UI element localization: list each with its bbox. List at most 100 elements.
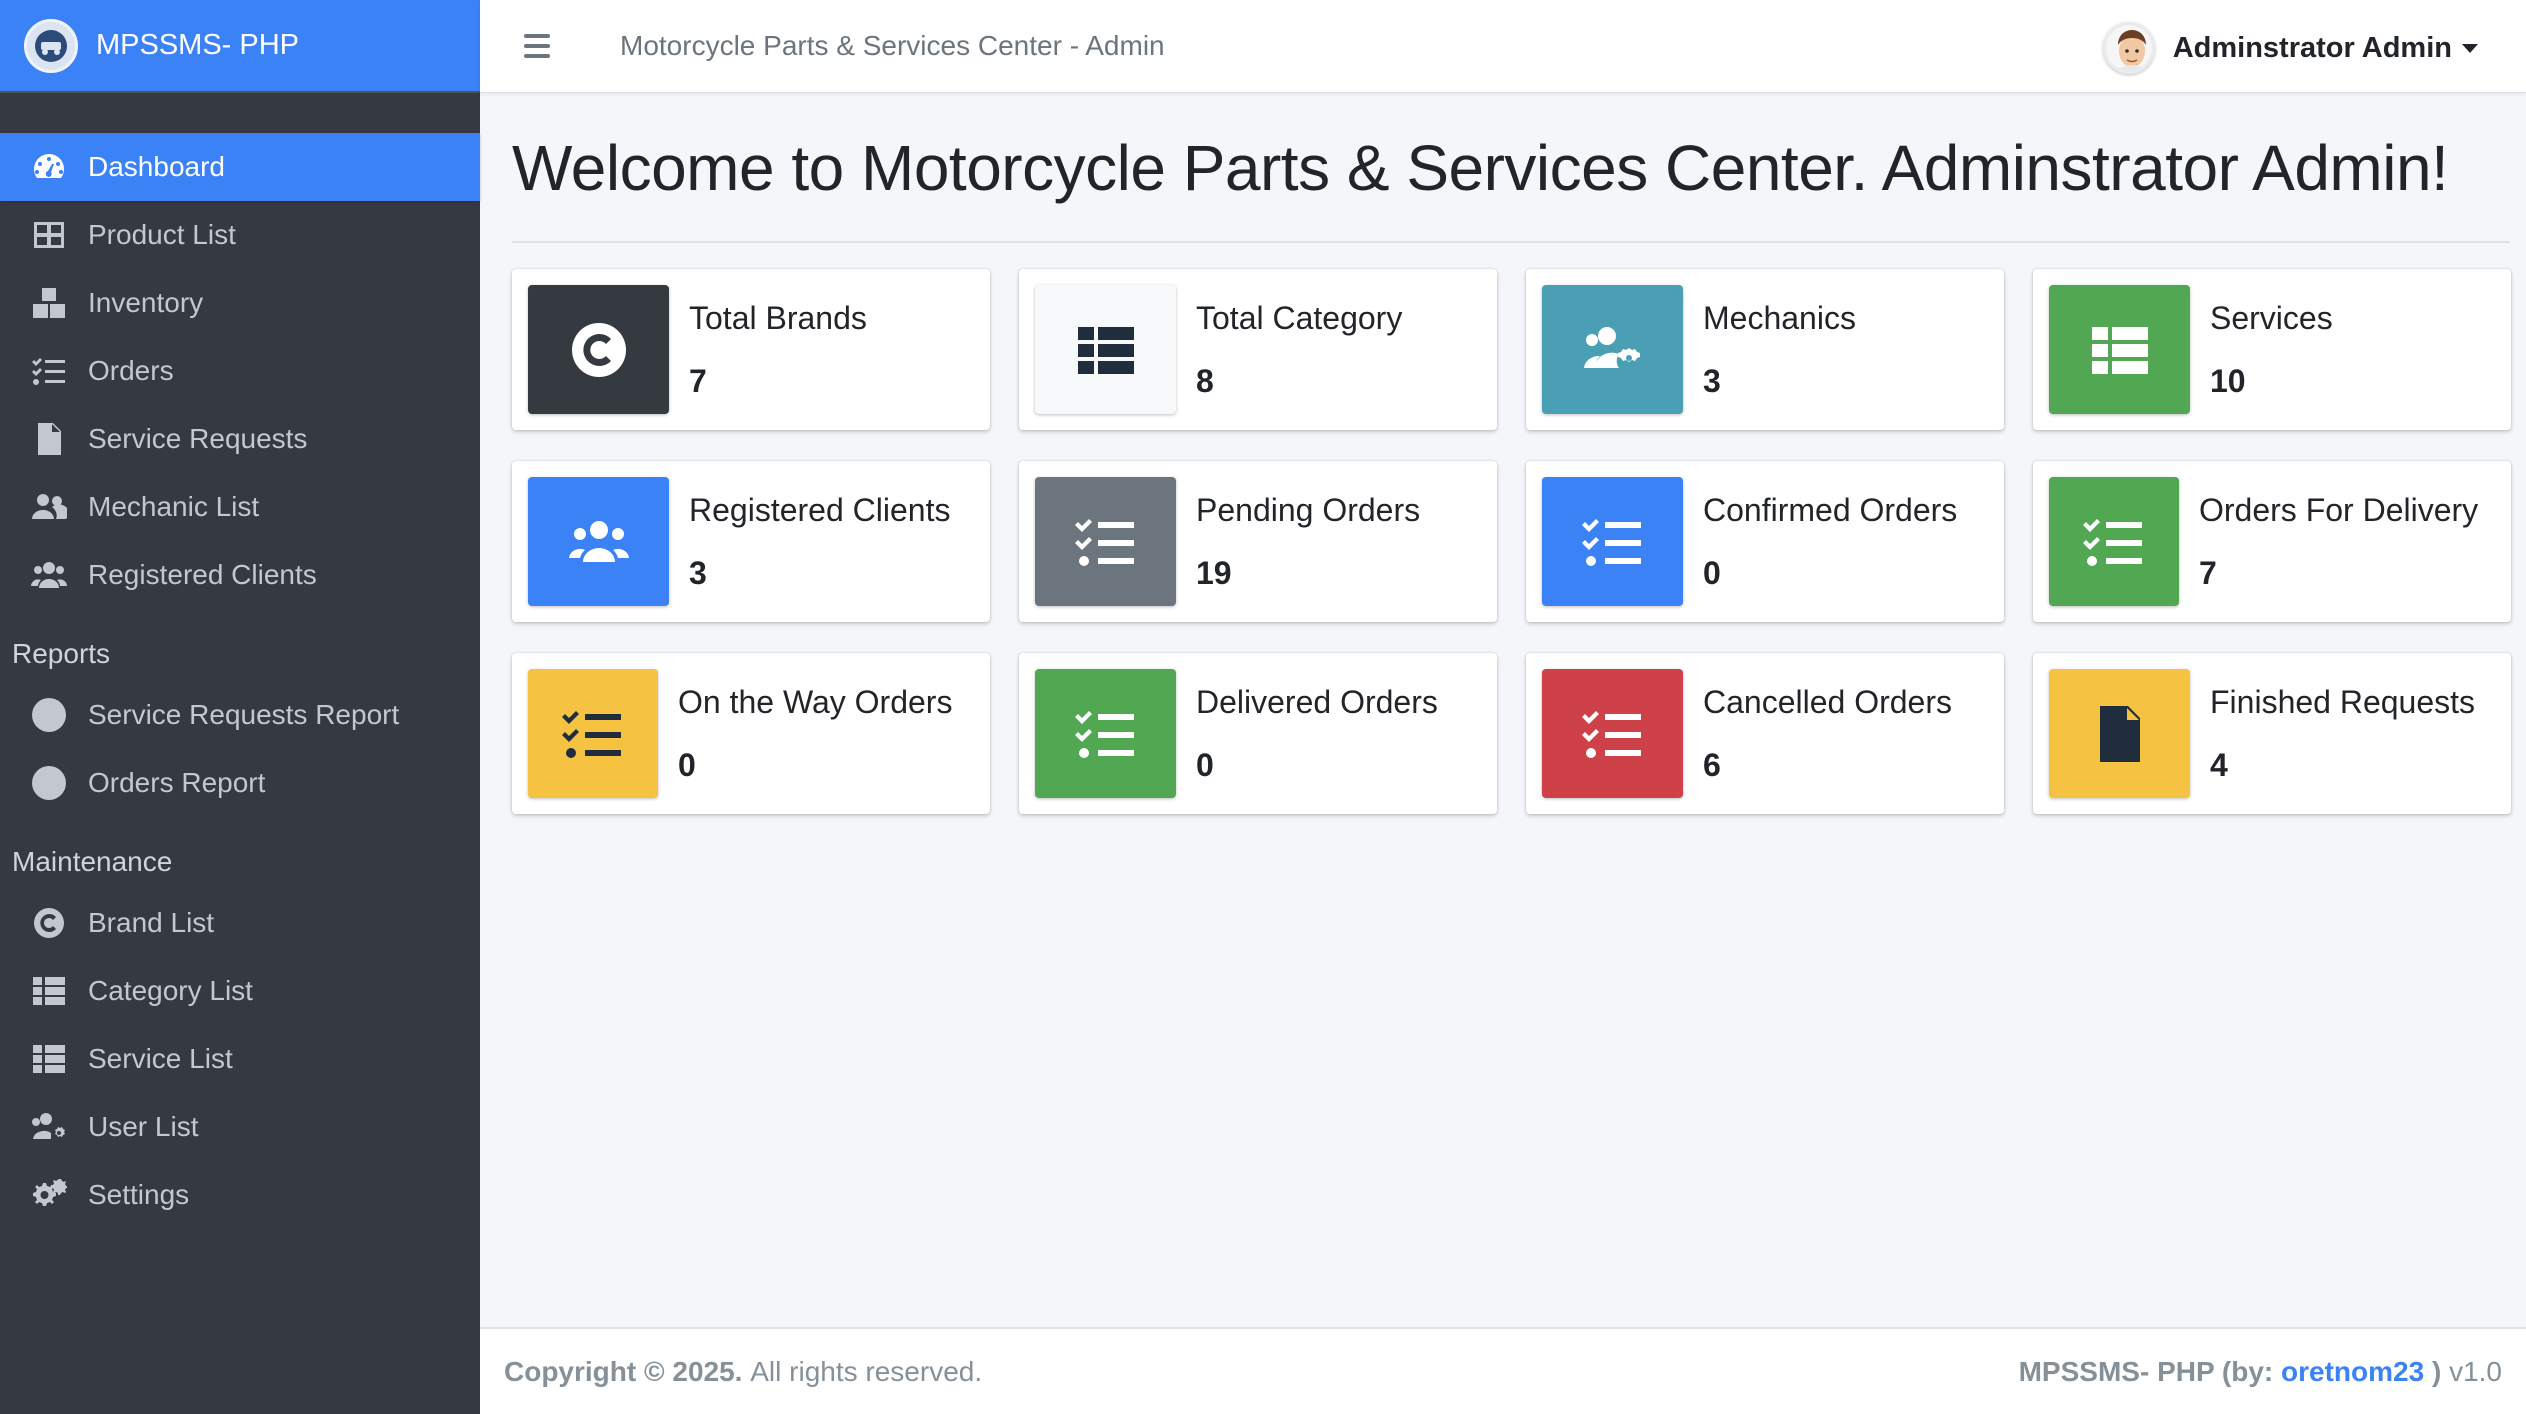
sidebar-item-label: Service List — [88, 1043, 233, 1074]
sidebar-item-service-requests-report[interactable]: Service Requests Report — [0, 681, 480, 749]
sidebar-item-label: Inventory — [88, 287, 204, 318]
sidebar-item-label: User List — [88, 1111, 199, 1142]
tasks-icon — [528, 669, 658, 798]
info-box-label: Finished Requests — [2210, 683, 2476, 720]
sidebar-item-inventory[interactable]: Inventory — [0, 269, 480, 337]
circle-icon — [28, 697, 70, 733]
info-box-cancelled-orders[interactable]: Cancelled Orders 6 — [1526, 653, 2004, 814]
sidebar-item-orders-report[interactable]: Orders Report — [0, 749, 480, 817]
table-icon — [28, 217, 70, 253]
cogs-icon — [28, 1177, 70, 1213]
sidebar-item-label: Dashboard — [88, 151, 225, 182]
avatar — [2102, 22, 2155, 74]
author-link[interactable]: oretnom23 — [2281, 1356, 2424, 1387]
info-box-label: Registered Clients — [689, 491, 951, 528]
nav-header-reports: Reports — [12, 638, 111, 669]
info-box-label: Total Brands — [689, 299, 867, 336]
info-box-on-the-way-orders[interactable]: On the Way Orders 0 — [512, 653, 990, 814]
user-dropdown[interactable]: Adminstrator Admin — [2102, 22, 2478, 74]
th-list-icon — [28, 1041, 70, 1077]
info-box-mechanics[interactable]: Mechanics 3 — [1526, 269, 2004, 430]
top-navbar: Motorcycle Parts & Services Center - Adm… — [480, 0, 2526, 93]
circle-icon — [28, 765, 70, 801]
sidebar-item-category-list[interactable]: Category List — [0, 957, 480, 1025]
footer-app: MPSSMS- PHP (by: — [2018, 1355, 2274, 1387]
sidebar-item-registered-clients[interactable]: Registered Clients — [0, 541, 480, 609]
stats-grid: Total Brands 7 Total Category 8 Mechanic… — [512, 269, 2512, 814]
info-box-value: 3 — [689, 554, 707, 591]
brand-name: MPSSMS- PHP — [96, 29, 300, 61]
info-box-label: Pending Orders — [1196, 491, 1421, 528]
copyright-icon — [28, 905, 70, 941]
info-box-value: 7 — [2199, 554, 2217, 591]
info-box-value: 19 — [1196, 554, 1232, 591]
boxes-icon — [28, 285, 70, 321]
footer-rights: All rights reserved. — [750, 1355, 983, 1387]
sidebar-item-label: Settings — [88, 1179, 190, 1210]
sidebar-item-brand-list[interactable]: Brand List — [0, 889, 480, 957]
footer-copyright: Copyright © 2025. — [504, 1355, 743, 1387]
tasks-icon — [1542, 669, 1683, 798]
info-box-value: 6 — [1703, 746, 1721, 783]
sidebar-item-label: Brand List — [88, 907, 215, 938]
sidebar-item-label: Service Requests Report — [88, 699, 400, 730]
user-name: Adminstrator Admin — [2172, 31, 2452, 64]
sidebar-item-label: Product List — [88, 219, 236, 250]
brand-link[interactable]: MPSSMS- PHP — [0, 0, 480, 93]
sidebar-item-label: Category List — [88, 975, 253, 1006]
users-cog-icon — [28, 1109, 70, 1145]
page-title: Welcome to Motorcycle Parts & Services C… — [512, 132, 2449, 204]
info-box-total-category[interactable]: Total Category 8 — [1019, 269, 1497, 430]
info-box-services[interactable]: Services 10 — [2033, 269, 2511, 430]
user-friends-icon — [28, 489, 70, 525]
info-box-value: 0 — [678, 746, 696, 783]
menu-toggle-icon[interactable] — [524, 24, 568, 68]
footer-close: ) — [2431, 1355, 2442, 1387]
sidebar-item-settings[interactable]: Settings — [0, 1161, 480, 1229]
info-box-orders-for-delivery[interactable]: Orders For Delivery 7 — [2033, 461, 2511, 622]
tachometer-icon — [28, 149, 70, 185]
info-box-finished-requests[interactable]: Finished Requests 4 — [2033, 653, 2511, 814]
tasks-icon — [1542, 477, 1683, 606]
info-box-label: Services — [2210, 299, 2333, 336]
tasks-icon — [1035, 669, 1176, 798]
sidebar-item-label: Mechanic List — [88, 491, 260, 522]
info-box-confirmed-orders[interactable]: Confirmed Orders 0 — [1526, 461, 2004, 622]
info-box-value: 0 — [1196, 746, 1214, 783]
sidebar-item-label: Orders Report — [88, 767, 266, 798]
info-box-value: 8 — [1196, 362, 1214, 399]
main-content: Welcome to Motorcycle Parts & Services C… — [480, 93, 2526, 243]
sidebar-nav: Dashboard Product List Inventory Orders … — [0, 93, 480, 1229]
sidebar-item-label: Service Requests — [88, 423, 308, 454]
th-list-icon — [28, 973, 70, 1009]
info-box-label: Mechanics — [1703, 299, 1856, 336]
sidebar-item-product-list[interactable]: Product List — [0, 201, 480, 269]
sidebar-item-dashboard[interactable]: Dashboard — [0, 133, 480, 201]
info-box-delivered-orders[interactable]: Delivered Orders 0 — [1019, 653, 1497, 814]
brand-logo-icon — [24, 18, 78, 73]
footer-version: v1.0 — [2449, 1355, 2502, 1387]
caret-down-icon — [2462, 43, 2478, 53]
sidebar-item-service-requests[interactable]: Service Requests — [0, 405, 480, 473]
nav-header-maintenance: Maintenance — [12, 846, 173, 877]
info-box-registered-clients[interactable]: Registered Clients 3 — [512, 461, 990, 622]
sidebar-item-user-list[interactable]: User List — [0, 1093, 480, 1161]
sidebar-item-orders[interactable]: Orders — [0, 337, 480, 405]
info-box-total-brands[interactable]: Total Brands 7 — [512, 269, 990, 430]
th-list-icon — [2049, 285, 2190, 414]
info-box-label: Cancelled Orders — [1703, 683, 1952, 720]
file-invoice-icon — [28, 421, 70, 457]
info-box-value: 0 — [1703, 554, 1721, 591]
users-icon — [28, 557, 70, 593]
info-box-label: On the Way Orders — [678, 683, 953, 720]
info-box-value: 3 — [1703, 362, 1721, 399]
sidebar-item-service-list[interactable]: Service List — [0, 1025, 480, 1093]
page-header-title: Motorcycle Parts & Services Center - Adm… — [620, 30, 1165, 61]
tasks-icon — [28, 353, 70, 389]
sidebar-item-mechanic-list[interactable]: Mechanic List — [0, 473, 480, 541]
copyright-icon — [528, 285, 669, 414]
tasks-icon — [2049, 477, 2179, 606]
info-box-pending-orders[interactable]: Pending Orders 19 — [1019, 461, 1497, 622]
th-list-icon — [1035, 285, 1176, 414]
info-box-value: 4 — [2210, 746, 2228, 783]
